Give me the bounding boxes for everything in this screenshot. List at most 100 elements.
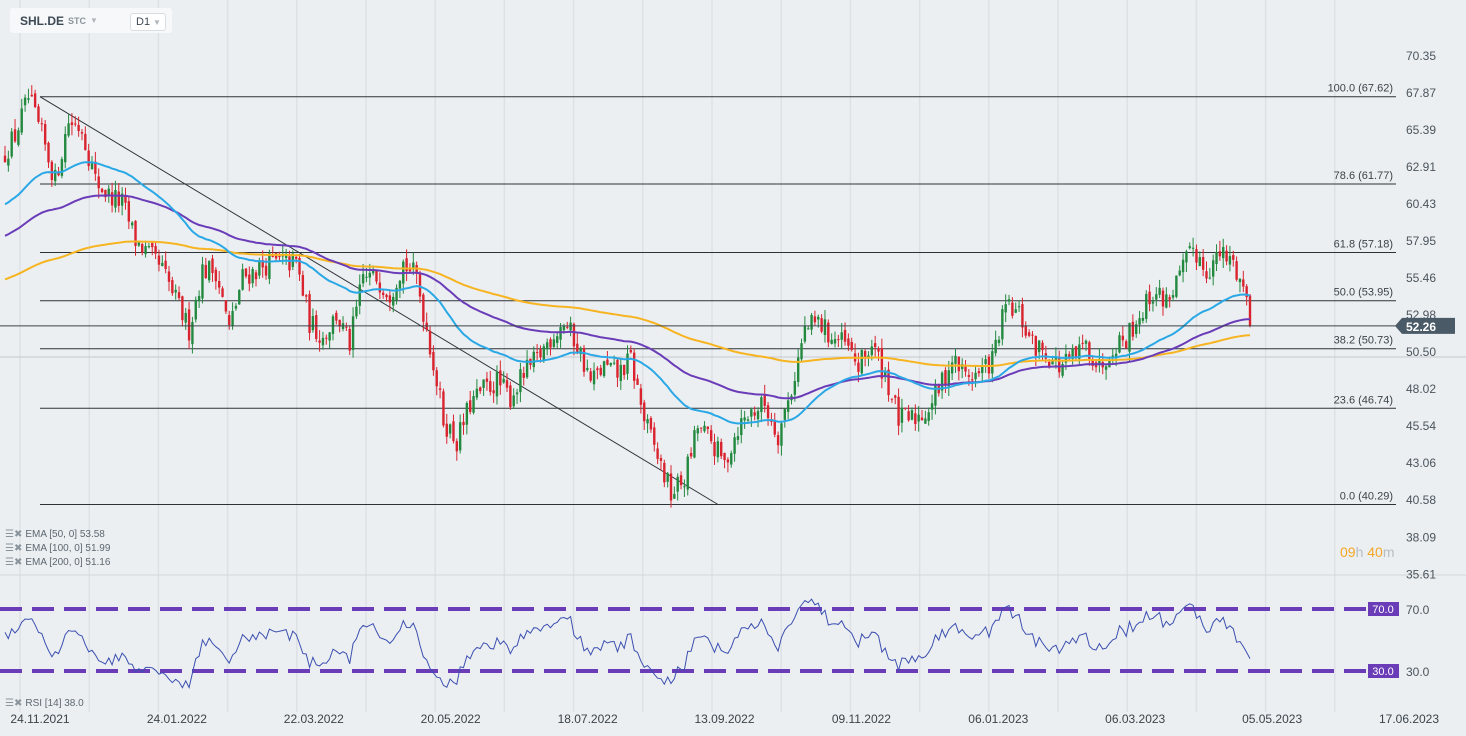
candle-up [1001,309,1004,340]
price-tick-label: 67.87 [1406,86,1436,100]
candle-down [13,129,17,142]
candle-down [278,256,281,258]
grid [0,0,1466,736]
settings-icon[interactable]: ☰✖ [5,543,22,554]
candle-down [1131,321,1135,337]
timeframe-select[interactable]: D1 ▼ [130,13,166,31]
candle-up [686,456,689,490]
candle-down [850,342,853,350]
candle-up [756,410,760,420]
candle-up [355,306,358,317]
candle-down [499,370,502,386]
candle-up [673,493,676,499]
candle-down [944,370,947,386]
candle-down [522,372,525,378]
legend-ema200[interactable]: ☰✖ EMA [200, 0] 51.16 [5,557,110,568]
candle-down [1168,297,1171,300]
legend-ema50-text: EMA [50, 0] 53.58 [25,529,105,540]
candle-down [151,242,154,248]
candle-down [679,475,683,486]
candle-down [177,292,181,299]
candle-up [1238,278,1242,283]
date-tick-label: 17.06.2023 [1379,712,1439,726]
candle-up [114,190,117,208]
candle-down [857,362,860,372]
date-tick-label: 09.11.2022 [832,712,891,726]
candle-down [713,441,716,457]
candle-up [458,422,462,451]
candle-down [181,296,184,321]
candle-down [244,268,248,277]
candle-up [733,437,736,454]
candle-down [616,359,619,378]
candle-down [847,338,850,346]
date-tick-label: 24.11.2021 [10,712,69,726]
fib-label: 78.6 (61.77) [1334,170,1393,182]
candle-up [950,362,954,374]
candle-down [164,260,167,269]
candle-down [141,243,144,253]
legend-ema50[interactable]: ☰✖ EMA [50, 0] 53.58 [5,529,105,540]
candle-up [1128,322,1131,352]
candle-down [422,294,425,322]
candle-up [974,372,977,380]
candle-down [469,400,472,412]
candle-up [1165,294,1168,308]
candle-up [556,336,559,344]
settings-icon[interactable]: ☰✖ [5,557,22,568]
candle-down [43,123,47,145]
candle-down [653,427,656,445]
legend-rsi[interactable]: ☰✖ RSI [14] 38.0 [5,698,84,709]
price-chart[interactable]: 100.0 (67.62) 78.6 (61.77) 61.8 (57.18) 50.… [0,0,1466,736]
candle-down [596,368,599,371]
candle-down [157,255,161,265]
candle-up [823,319,827,336]
background [0,0,1466,736]
legend-ema200-text: EMA [200, 0] 51.16 [25,557,111,568]
candle-up [793,381,797,395]
candle-down [509,385,512,408]
candle-down [74,123,77,125]
candle-up [760,397,763,413]
candle-down [301,275,305,296]
legend-ema100[interactable]: ☰✖ EMA [100, 0] 51.99 [5,543,110,554]
candle-up [552,339,556,347]
candle-up [807,328,810,330]
price-tick-label: 45.54 [1406,419,1436,433]
candle-up [542,346,546,360]
candle-up [830,339,833,344]
chevron-down-icon[interactable]: ▼ [90,16,98,25]
candle-down [87,150,90,166]
candle-down [97,176,100,189]
candle-up [736,436,740,440]
candle-down [914,413,917,424]
candle-up [392,296,395,306]
candle-down [221,288,224,297]
settings-icon[interactable]: ☰✖ [5,529,22,540]
legend-rsi-text: RSI [14] 38.0 [25,698,84,709]
date-tick-label: 06.01.2023 [968,712,1028,726]
candle-up [1181,259,1185,273]
fib-label: 61.8 (57.18) [1334,238,1393,250]
candle-up [1118,335,1121,353]
candle-up [586,367,589,371]
candle-up [833,339,837,344]
candle-down [1121,335,1125,341]
candle-down [264,265,268,276]
candle-down [726,459,730,463]
candle-down [288,256,291,271]
settings-icon[interactable]: ☰✖ [5,698,22,709]
candle-up [60,159,64,176]
price-tick-label: 38.09 [1406,530,1436,544]
price-axis[interactable]: 70.3567.8765.3962.9160.4357.9555.4652.98… [1406,49,1436,581]
candle-down [335,312,338,321]
candle-down [643,402,646,422]
candle-down [1242,279,1245,287]
symbol-selector[interactable]: SHL.DE STC ▼ D1 ▼ [10,8,172,33]
instrument-type: STC [68,16,86,26]
candle-down [599,367,602,375]
candle-down [30,94,33,97]
candle-up [1141,317,1145,321]
candle-up [840,332,843,340]
candle-up [90,163,94,170]
